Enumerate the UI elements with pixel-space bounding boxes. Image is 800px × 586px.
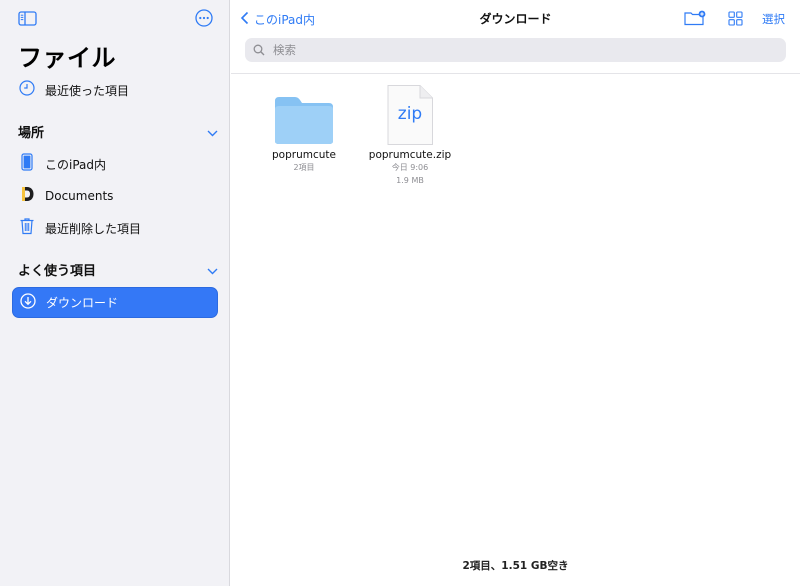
search-icon (253, 41, 265, 60)
chevron-down-icon (207, 260, 218, 279)
section-title: 場所 (18, 125, 45, 141)
sidebar: ファイル 最近使った項目 場所 このiPad内 Documents 最近削除した… (0, 0, 230, 586)
search-input[interactable] (271, 42, 775, 58)
sidebar-item-label: 最近使った項目 (45, 83, 130, 98)
back-button[interactable]: このiPad内 (240, 9, 315, 29)
more-options-icon[interactable] (195, 9, 213, 31)
chevron-left-icon (240, 11, 250, 28)
sidebar-item-label: このiPad内 (45, 157, 107, 172)
file-modified-date: 今日 9:06 (391, 163, 429, 172)
sidebar-toolbar (0, 0, 230, 36)
file-item-folder[interactable]: poprumcute 2項目 (254, 95, 354, 174)
ipad-icon (19, 153, 35, 175)
back-button-label: このiPad内 (254, 12, 316, 27)
sidebar-item-recently-deleted[interactable]: 最近削除した項目 (12, 213, 218, 243)
sidebar-title: ファイル (18, 44, 116, 72)
trash-icon (19, 217, 35, 239)
grid-view-icon[interactable] (728, 11, 743, 30)
select-button[interactable]: 選択 (762, 11, 785, 27)
file-size: 1.9 MB (396, 176, 424, 185)
search-bar[interactable] (245, 38, 786, 62)
chevron-down-icon (207, 122, 218, 141)
main-content: このiPad内 ダウンロード 選択 検索 poprumcute 2項目 zip … (231, 0, 800, 586)
section-header-locations[interactable]: 場所 (18, 120, 218, 142)
download-icon (20, 292, 36, 313)
sidebar-item-recents[interactable]: 最近使った項目 (12, 75, 218, 105)
new-folder-icon[interactable] (684, 10, 706, 30)
section-header-favorites[interactable]: よく使う項目 (18, 258, 218, 280)
file-name: poprumcute (272, 149, 336, 161)
sidebar-item-documents[interactable]: Documents (12, 181, 218, 211)
header-divider (231, 73, 800, 74)
page-title: ダウンロード (479, 12, 552, 26)
sidebar-item-label: 最近削除した項目 (45, 221, 142, 236)
section-title: よく使う項目 (18, 263, 97, 279)
folder-icon (254, 95, 354, 147)
file-item-zip[interactable]: zip poprumcute.zip 今日 9:06 1.9 MB (360, 84, 460, 187)
sidebar-item-label: ダウンロード (46, 296, 119, 310)
file-item-count: 2項目 (293, 163, 315, 172)
file-name: poprumcute.zip (368, 149, 452, 161)
storage-status: 2項目、1.51 GB空き (462, 560, 569, 572)
sidebar-toggle-icon[interactable] (18, 11, 37, 30)
clock-icon (19, 80, 35, 100)
sidebar-item-this-ipad[interactable]: このiPad内 (12, 149, 218, 179)
sidebar-item-downloads[interactable]: ダウンロード (12, 287, 218, 318)
zip-file-icon-label: zip (397, 104, 423, 124)
zip-file-icon: zip (360, 84, 460, 147)
documents-app-icon (19, 186, 35, 206)
sidebar-item-label: Documents (45, 189, 114, 203)
